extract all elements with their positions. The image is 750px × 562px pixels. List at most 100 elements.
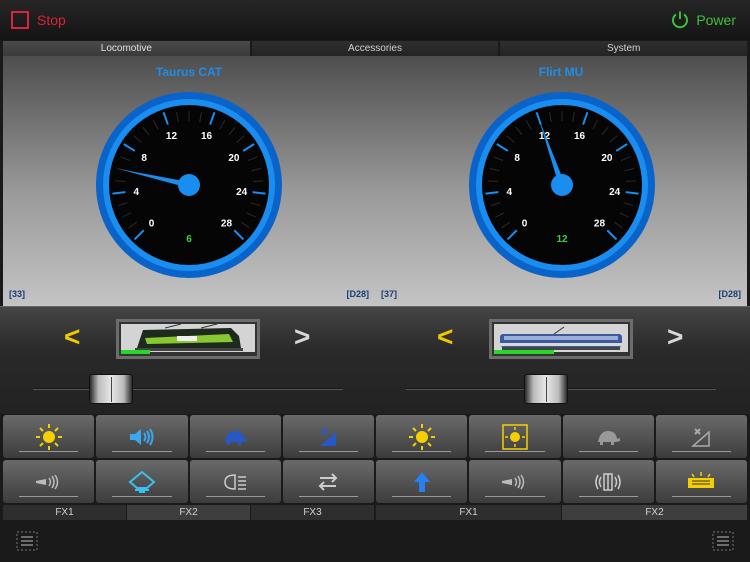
loco-2-prev-button[interactable]: < <box>437 321 453 353</box>
loco-2-fn-light[interactable] <box>376 415 468 458</box>
loco-1-fx-groups: FX1 FX2 FX3 <box>3 505 374 520</box>
fn-underline <box>205 496 265 497</box>
stop-button[interactable]: Stop <box>11 11 66 29</box>
loco-1-throttle-track[interactable] <box>33 388 343 390</box>
gauge-tick-label: 0 <box>149 218 155 229</box>
loco-2-fn-x410[interactable] <box>655 460 747 503</box>
gauge-tick <box>625 180 636 182</box>
power-button[interactable]: Power <box>670 10 736 30</box>
loco-2-speedometer: 048121620242812 <box>469 92 655 278</box>
loco-1-fn-decouple[interactable] <box>282 415 374 458</box>
fn-underline <box>112 451 172 452</box>
gauge-tick-label: 24 <box>236 187 248 198</box>
loco-control-strip: < > < > <box>0 306 750 414</box>
fn-underline <box>392 451 452 452</box>
loco-2-next-button[interactable]: > <box>667 321 683 353</box>
main-tabs: Locomotive Accessories System <box>3 41 748 56</box>
fn-underline <box>112 496 172 497</box>
loco-1-fn-headlight[interactable] <box>189 460 281 503</box>
gauge-tick-label: 20 <box>228 153 240 164</box>
taurus-locomotive-image <box>121 324 255 352</box>
gauge-tick-label: 28 <box>221 218 233 229</box>
loco-1-speedometer: 0 4 8 12 16 20 24 28 6 <box>96 92 282 278</box>
loco-1-next-button[interactable]: > <box>294 321 310 353</box>
loco-1-speed-bar <box>121 350 150 354</box>
gauge-tick-label: 8 <box>514 153 520 164</box>
stop-label: Stop <box>37 12 66 28</box>
loco-2-speed-bar <box>494 350 554 354</box>
fn-underline <box>19 451 79 452</box>
loco-1-fn-sound[interactable] <box>96 415 188 458</box>
loco-1-prev-button[interactable]: < <box>64 321 80 353</box>
arrow-up-icon <box>413 471 430 492</box>
loco-1-fn-shunting[interactable] <box>282 460 374 503</box>
loco-list-icon[interactable] <box>16 531 38 551</box>
gauge-tick-label: 16 <box>574 131 586 142</box>
gauge-tick-label: 24 <box>609 187 621 198</box>
loco-1-fn-horn[interactable] <box>3 460 95 503</box>
tab-accessories[interactable]: Accessories <box>251 41 499 56</box>
loco-1-fx3-tab[interactable]: FX3 <box>251 505 374 520</box>
tab-system[interactable]: System <box>500 41 748 56</box>
fn-underline <box>205 451 265 452</box>
light-icon <box>35 423 62 450</box>
fn-underline <box>578 451 638 452</box>
turtle-icon <box>225 430 248 445</box>
loco-2-throttle-knob[interactable] <box>524 374 568 404</box>
gauge-tick-label: 28 <box>594 218 606 229</box>
sound-icon <box>129 427 154 446</box>
top-bar: Stop Power <box>0 0 750 40</box>
loco-2-address: [37] <box>381 289 398 299</box>
gauge-tick-label: 0 <box>522 218 528 229</box>
loco-2-fx1-tab[interactable]: FX1 <box>376 505 561 520</box>
gauge-tick <box>488 180 499 182</box>
loco-2-mode: [D28] <box>718 289 741 299</box>
loco-2-fx-groups: FX1 FX2 <box>376 505 747 520</box>
gauge-speed-readout: 12 <box>556 234 568 245</box>
headlight-icon <box>224 473 247 490</box>
loco-2-fn-horn[interactable] <box>469 460 561 503</box>
horn-icon <box>35 474 58 489</box>
fn-underline <box>485 496 545 497</box>
loco-1-address: [33] <box>9 289 26 299</box>
loco-1-name: Taurus CAT <box>155 65 223 79</box>
gauge-tick-label: 20 <box>601 153 613 164</box>
loco-2-gauge-area: Flirt MU 048121620242812 [37] [D28] <box>375 56 747 306</box>
loco-2-fn-door-sound[interactable] <box>562 460 654 503</box>
gauge-tick-label: 12 <box>166 131 178 142</box>
gauge-tick <box>115 180 126 182</box>
fn-underline <box>671 451 731 452</box>
loco-1-gauge-area: Taurus CAT 0 4 8 12 16 20 24 28 6 [33] [D28] <box>3 56 375 306</box>
power-label: Power <box>696 12 736 28</box>
loco-list-icon[interactable] <box>712 531 734 551</box>
loco-2-image[interactable] <box>489 319 633 359</box>
loco-2-fx2-tab[interactable]: FX2 <box>562 505 747 520</box>
loco-1-function-grid <box>3 415 374 503</box>
fn-underline <box>392 496 452 497</box>
tab-locomotive[interactable]: Locomotive <box>3 41 250 56</box>
loco-2-fn-cab-light[interactable] <box>469 415 561 458</box>
loco-1-fn-turtle[interactable] <box>189 415 281 458</box>
loco-2-fn-decouple[interactable] <box>655 415 747 458</box>
horn-icon <box>501 474 525 489</box>
loco-2-fn-arrow-up[interactable] <box>376 460 468 503</box>
stop-icon <box>11 11 29 29</box>
loco-1-fn-pantograph[interactable] <box>96 460 188 503</box>
fn-underline <box>485 451 545 452</box>
loco-2-name: Flirt MU <box>538 65 584 79</box>
gauge-tick <box>252 180 263 182</box>
gauge-hub <box>551 174 573 196</box>
fn-underline <box>19 496 79 497</box>
fn-underline <box>671 496 731 497</box>
loco-2-fn-turtle[interactable] <box>562 415 654 458</box>
speedometer-panel: Taurus CAT 0 4 8 12 16 20 24 28 6 [33] [D28] Fli… <box>3 56 747 306</box>
light-icon <box>408 423 435 450</box>
loco-1-fx2-tab[interactable]: FX2 <box>127 505 250 520</box>
loco-1-image[interactable] <box>116 319 260 359</box>
loco-1-fn-light[interactable] <box>3 415 95 458</box>
loco-1-throttle-knob[interactable] <box>89 374 133 404</box>
x410-icon <box>688 471 715 488</box>
loco-1-mode: [D28] <box>346 289 369 299</box>
loco-1-fx1-tab[interactable]: FX1 <box>3 505 126 520</box>
gauge-tick-label: 8 <box>141 153 147 164</box>
